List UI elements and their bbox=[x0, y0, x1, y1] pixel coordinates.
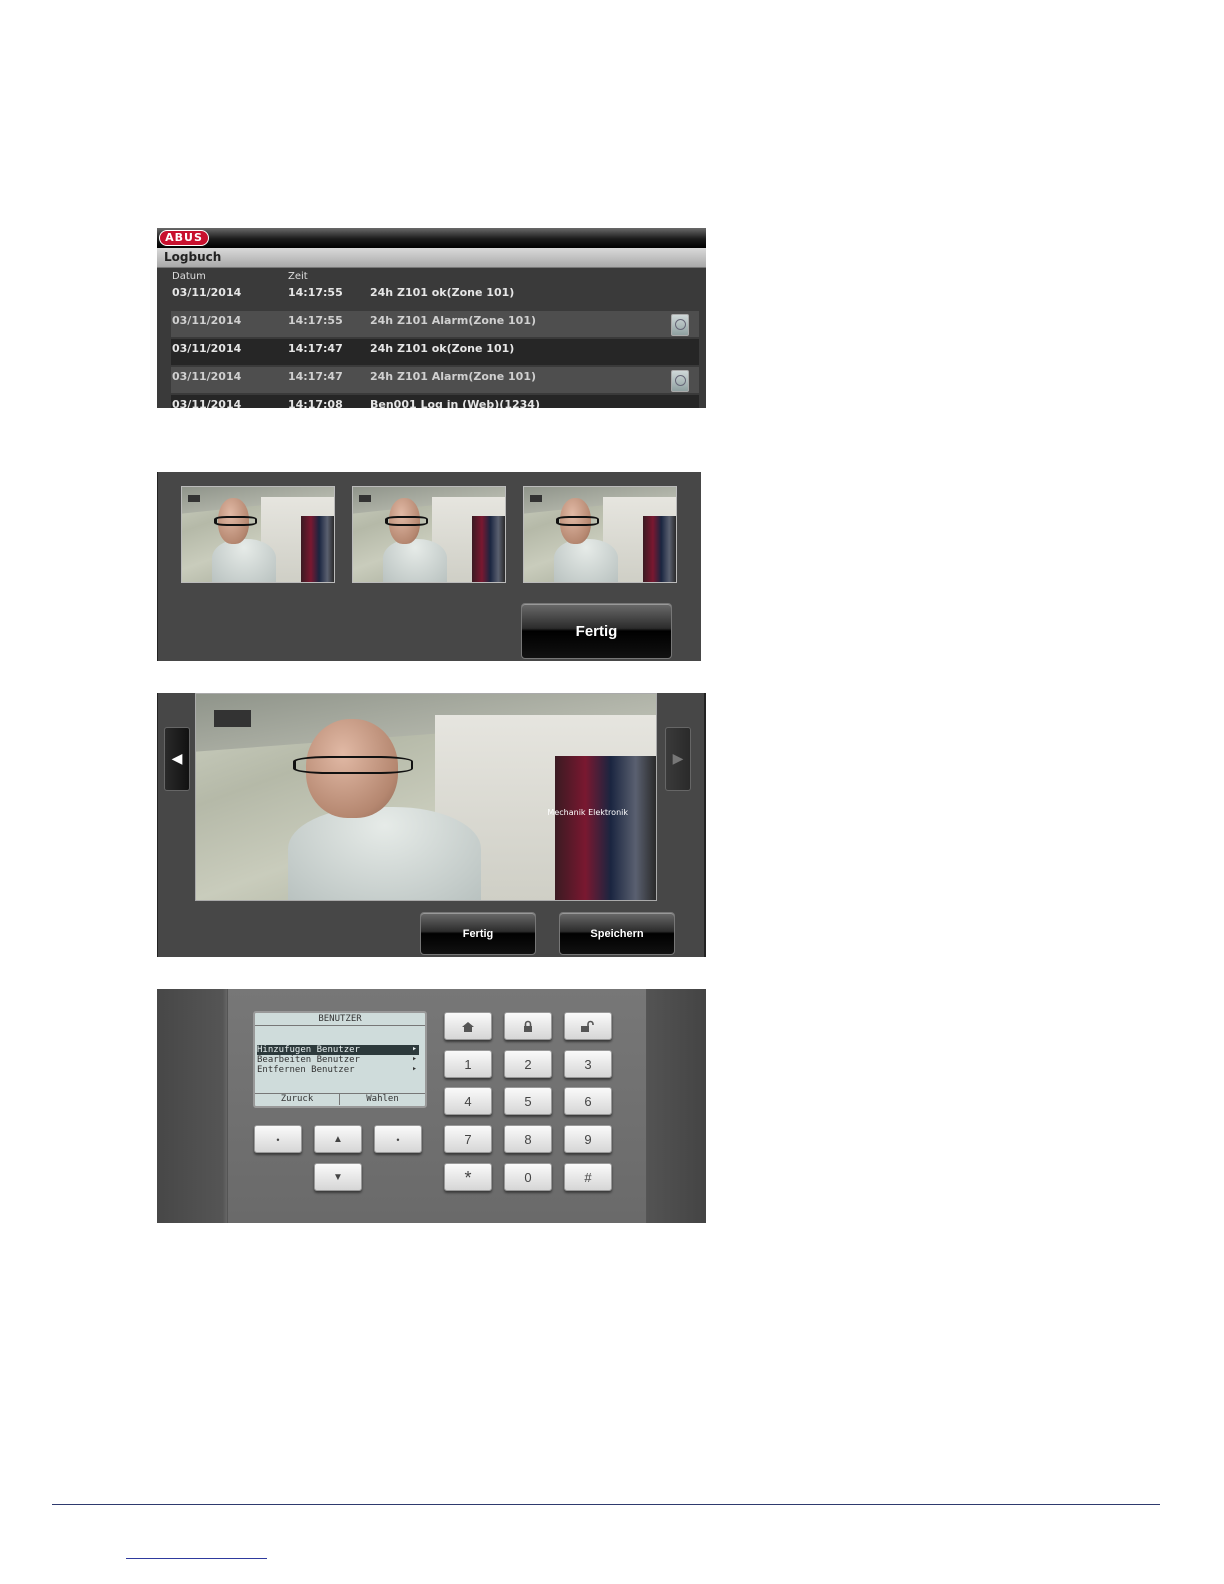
snapshot-thumbnail[interactable] bbox=[523, 486, 677, 583]
log-event: 24h Z101 Alarm(Zone 101) bbox=[370, 314, 536, 327]
log-row[interactable]: 03/11/2014 14:17:08 Ben001 Log in (Web)(… bbox=[171, 395, 699, 408]
camera-image bbox=[196, 694, 656, 900]
unlock-icon bbox=[581, 1020, 594, 1032]
column-header-date: Datum bbox=[172, 271, 206, 282]
nav-down-button[interactable]: ▼ bbox=[314, 1163, 362, 1191]
softkey-right-button[interactable]: • bbox=[374, 1125, 422, 1153]
header-bar: ABUS bbox=[157, 228, 706, 248]
lcd-menu-item[interactable]: Bearbeiten Benutzer ‣ bbox=[257, 1055, 419, 1065]
log-event: 24h Z101 Alarm(Zone 101) bbox=[370, 370, 536, 383]
camera-image bbox=[524, 487, 676, 582]
lock-button[interactable] bbox=[504, 1012, 552, 1040]
log-row[interactable]: 03/11/2014 14:17:47 24h Z101 Alarm(Zone … bbox=[171, 367, 699, 393]
lcd-menu-item-label: Hinzufugen Benutzer bbox=[257, 1045, 360, 1055]
camera-snapshot-icon[interactable] bbox=[671, 314, 689, 336]
log-event: 24h Z101 ok(Zone 101) bbox=[370, 342, 515, 355]
log-date: 03/11/2014 bbox=[172, 370, 242, 383]
log-event: 24h Z101 ok(Zone 101) bbox=[370, 286, 515, 299]
log-row[interactable]: 03/11/2014 14:17:55 24h Z101 Alarm(Zone … bbox=[171, 311, 699, 337]
lcd-display: BENUTZER Hinzufugen Benutzer ‣ Bearbeiten… bbox=[253, 1011, 427, 1108]
log-row[interactable]: 03/11/2014 14:17:47 24h Z101 ok(Zone 101… bbox=[171, 339, 699, 365]
log-date: 03/11/2014 bbox=[172, 398, 242, 408]
key-4[interactable]: 4 bbox=[444, 1087, 492, 1115]
lcd-menu-item[interactable]: Hinzufugen Benutzer ‣ bbox=[257, 1045, 419, 1055]
snapshot-large-image: Mechanik Elektronik bbox=[195, 693, 657, 901]
log-time: 14:17:55 bbox=[288, 286, 343, 299]
camera-image bbox=[182, 487, 334, 582]
key-2[interactable]: 2 bbox=[504, 1050, 552, 1078]
nav-up-button[interactable]: ▲ bbox=[314, 1125, 362, 1153]
lcd-menu-item-label: Bearbeiten Benutzer bbox=[257, 1055, 360, 1065]
log-date: 03/11/2014 bbox=[172, 342, 242, 355]
snapshot-viewer-panel: ◀ Mechanik Elektronik ▶ Fertig Speichern bbox=[157, 693, 706, 957]
chevron-right-icon: ‣ bbox=[411, 1045, 417, 1055]
softkey-left-button[interactable]: • bbox=[254, 1125, 302, 1153]
log-time: 14:17:47 bbox=[288, 370, 343, 383]
logbook-title: Logbuch bbox=[164, 250, 222, 264]
unlock-button[interactable] bbox=[564, 1012, 612, 1040]
column-header-time: Zeit bbox=[288, 271, 308, 282]
lcd-menu-item[interactable]: Entfernen Benutzer ‣ bbox=[257, 1065, 419, 1075]
softkey-select-label: Wahlen bbox=[340, 1093, 425, 1105]
snapshot-thumbnails-panel: Fertig bbox=[157, 472, 701, 661]
done-button[interactable]: Fertig bbox=[521, 603, 672, 659]
key-6[interactable]: 6 bbox=[564, 1087, 612, 1115]
log-date: 03/11/2014 bbox=[172, 286, 242, 299]
lcd-menu-item-label: Entfernen Benutzer bbox=[257, 1065, 355, 1075]
snapshot-thumbnail[interactable] bbox=[181, 486, 335, 583]
sign-text: Mechanik Elektronik bbox=[547, 808, 628, 817]
key-8[interactable]: 8 bbox=[504, 1125, 552, 1153]
arrow-left-icon[interactable]: ◀ bbox=[164, 727, 190, 791]
abus-logo: ABUS bbox=[159, 230, 209, 246]
key-9[interactable]: 9 bbox=[564, 1125, 612, 1153]
log-time: 14:17:47 bbox=[288, 342, 343, 355]
home-arm-button[interactable] bbox=[444, 1012, 492, 1040]
camera-snapshot-icon[interactable] bbox=[671, 370, 689, 392]
softkey-back-label: Zuruck bbox=[255, 1093, 340, 1105]
log-row[interactable]: 03/11/2014 14:17:55 24h Z101 ok(Zone 101… bbox=[171, 283, 699, 309]
lcd-title: BENUTZER bbox=[255, 1014, 425, 1026]
key-7[interactable]: 7 bbox=[444, 1125, 492, 1153]
log-time: 14:17:55 bbox=[288, 314, 343, 327]
footer-divider bbox=[52, 1504, 1160, 1505]
lock-icon bbox=[524, 1020, 532, 1032]
key-5[interactable]: 5 bbox=[504, 1087, 552, 1115]
logbook-titlebar: Logbuch bbox=[157, 248, 706, 268]
key-1[interactable]: 1 bbox=[444, 1050, 492, 1078]
log-time: 14:17:08 bbox=[288, 398, 343, 408]
chevron-right-icon: ‣ bbox=[411, 1055, 417, 1065]
key-0[interactable]: 0 bbox=[504, 1163, 552, 1191]
arrow-right-icon[interactable]: ▶ bbox=[665, 727, 691, 791]
keypad-panel: BENUTZER Hinzufugen Benutzer ‣ Bearbeiten… bbox=[157, 989, 706, 1223]
camera-image bbox=[353, 487, 505, 582]
log-date: 03/11/2014 bbox=[172, 314, 242, 327]
key-hash[interactable]: # bbox=[564, 1163, 612, 1191]
save-button[interactable]: Speichern bbox=[559, 912, 675, 955]
done-button[interactable]: Fertig bbox=[420, 912, 536, 955]
log-event: Ben001 Log in (Web)(1234) bbox=[370, 398, 540, 408]
home-icon bbox=[462, 1022, 474, 1032]
snapshot-thumbnail[interactable] bbox=[352, 486, 506, 583]
footer-link-underline[interactable] bbox=[126, 1558, 267, 1559]
logbook-panel: ABUS Logbuch Datum Zeit 03/11/2014 14:17… bbox=[157, 228, 706, 408]
key-3[interactable]: 3 bbox=[564, 1050, 612, 1078]
key-star[interactable]: * bbox=[444, 1163, 492, 1191]
chevron-right-icon: ‣ bbox=[411, 1065, 417, 1075]
